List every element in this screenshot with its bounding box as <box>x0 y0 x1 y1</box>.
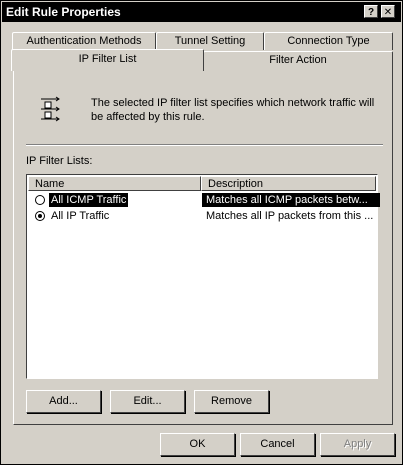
filter-description: Matches all IP packets from this ... <box>206 210 374 222</box>
help-button[interactable]: ? <box>364 5 378 18</box>
ip-filter-list[interactable]: Name Description All ICMP Traffic Matche… <box>26 174 380 379</box>
filter-name: All ICMP Traffic <box>47 192 130 208</box>
tab-ip-filter-list[interactable]: IP Filter List <box>11 49 204 71</box>
tab-filter-action[interactable]: Filter Action <box>203 51 393 69</box>
apply-button[interactable]: Apply <box>320 433 395 456</box>
tab-authentication-methods[interactable]: Authentication Methods <box>12 32 156 50</box>
dialog-window: Edit Rule Properties ? ✕ Authentication … <box>0 0 403 465</box>
column-header-description[interactable]: Description <box>201 176 376 191</box>
divider <box>26 144 383 146</box>
hint-text: The selected IP filter list specifies wh… <box>91 97 375 123</box>
column-header-name[interactable]: Name <box>28 176 201 191</box>
radio-button[interactable] <box>35 211 45 221</box>
ok-button[interactable]: OK <box>160 433 235 456</box>
close-button[interactable]: ✕ <box>381 5 395 18</box>
list-item[interactable]: All IP Traffic Matches all IP packets fr… <box>28 208 376 224</box>
edit-button[interactable]: Edit... <box>110 390 185 413</box>
radio-button[interactable] <box>35 195 45 205</box>
tab-tunnel-setting[interactable]: Tunnel Setting <box>156 32 264 50</box>
add-button[interactable]: Add... <box>26 390 101 413</box>
ip-filter-lists-label: IP Filter Lists: <box>26 155 93 167</box>
filter-list-icon <box>41 96 60 122</box>
cancel-button[interactable]: Cancel <box>240 433 315 456</box>
list-item[interactable]: All ICMP Traffic Matches all ICMP packet… <box>28 192 380 208</box>
window-title: Edit Rule Properties <box>6 5 121 19</box>
filter-name: All IP Traffic <box>51 210 110 222</box>
tab-panel: The selected IP filter list specifies wh… <box>13 69 393 425</box>
filter-description: Matches all ICMP packets betw... <box>202 193 380 207</box>
remove-button[interactable]: Remove <box>194 390 269 413</box>
title-bar[interactable]: Edit Rule Properties ? ✕ <box>2 2 401 22</box>
tab-connection-type[interactable]: Connection Type <box>264 32 393 50</box>
